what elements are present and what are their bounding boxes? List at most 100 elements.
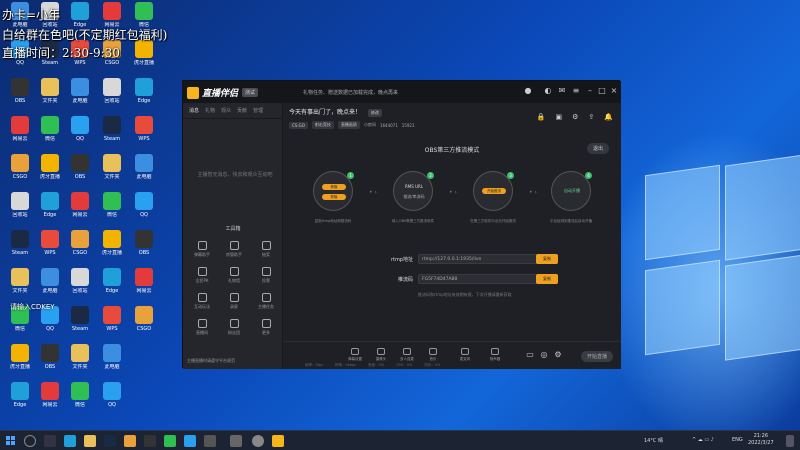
desktop-icon[interactable]: 回收站 xyxy=(64,268,96,308)
desktop-icon[interactable]: 文件夹 xyxy=(96,154,128,194)
tool-item[interactable]: 直播间 xyxy=(187,319,217,339)
system-clock[interactable]: 21:26 2022/3/27 xyxy=(748,433,774,447)
desktop-icon[interactable]: Steam xyxy=(64,306,96,346)
desktop-icon[interactable]: 网易云 xyxy=(34,382,66,422)
minimize-icon[interactable]: – xyxy=(585,86,595,96)
exit-button[interactable]: 退出 xyxy=(586,143,609,154)
mail-icon[interactable]: ✉ xyxy=(557,86,567,96)
desktop-icon[interactable]: 此电脑 xyxy=(96,344,128,384)
settings-icon[interactable]: ⚙ xyxy=(572,113,578,121)
start-live-button[interactable]: 开始直播 xyxy=(580,351,613,362)
desktop-icon[interactable]: QQ xyxy=(64,116,96,156)
desktop-icon[interactable]: 文件夹 xyxy=(34,78,66,118)
windows-start-icon[interactable] xyxy=(6,436,16,446)
tab-gifts[interactable]: 礼物 xyxy=(205,107,215,114)
tab-admin[interactable]: 管理 xyxy=(253,107,263,114)
tool-item[interactable]: 全民PK xyxy=(187,267,217,287)
desktop-icon[interactable]: CSGO xyxy=(64,230,96,270)
tab-contribution[interactable]: 贡献 xyxy=(237,107,247,114)
app-taskbar-icon[interactable] xyxy=(144,435,156,447)
edit-title-button[interactable]: 修改 xyxy=(367,109,382,117)
tab-viewers[interactable]: 观众 xyxy=(221,107,231,114)
desktop-icon[interactable]: Edge xyxy=(34,192,66,232)
desktop-icon[interactable]: QQ xyxy=(128,192,160,232)
get-rtmp-button[interactable]: 获取 xyxy=(322,184,346,190)
desktop-icon[interactable]: 虎牙直播 xyxy=(96,230,128,270)
share-icon[interactable]: ⇪ xyxy=(588,113,594,121)
bell-icon[interactable]: 🔔 xyxy=(604,113,613,121)
screen-icon[interactable]: ▣ xyxy=(556,113,563,121)
desktop-icon[interactable]: 微信 xyxy=(96,192,128,232)
record-icon[interactable]: ▭ xyxy=(525,350,535,360)
desktop-icon[interactable]: 微信 xyxy=(64,382,96,422)
desktop-icon[interactable]: 虎牙直播 xyxy=(128,40,160,80)
tool-item[interactable]: 主播任务 xyxy=(251,293,281,313)
desktop-icon[interactable]: 虎牙直播 xyxy=(34,154,66,194)
desktop-icon[interactable]: 微信 xyxy=(4,306,36,346)
lock-icon[interactable]: 🔒 xyxy=(537,113,546,121)
desktop-icon[interactable]: 虎牙直播 xyxy=(4,344,36,384)
qq-taskbar-icon[interactable] xyxy=(184,435,196,447)
desktop-icon[interactable]: 网易云 xyxy=(64,192,96,232)
category-pill[interactable]: CS:GO xyxy=(289,121,308,129)
tray-icons[interactable]: ^ ☁ ▭ ♪ xyxy=(692,437,714,443)
clock-app-taskbar-icon[interactable] xyxy=(252,435,264,447)
media-taskbar-icon[interactable] xyxy=(204,435,216,447)
tool-item[interactable]: 互动玩法 xyxy=(187,293,217,313)
close-icon[interactable]: × xyxy=(609,86,619,96)
desktop-icon[interactable]: Steam xyxy=(4,230,36,270)
desktop-icon[interactable]: 文件夹 xyxy=(64,344,96,384)
skin-icon[interactable]: ◐ xyxy=(543,86,553,96)
desktop-icon[interactable]: CSGO xyxy=(128,306,160,346)
desktop-icon[interactable]: Edge xyxy=(4,382,36,422)
task-view-icon[interactable] xyxy=(44,435,56,447)
desktop-icon[interactable]: OBS xyxy=(34,344,66,384)
desktop-icon[interactable]: 网易云 xyxy=(128,268,160,308)
get-key-button[interactable]: 获取 xyxy=(322,194,346,200)
desktop-icon[interactable]: Edge xyxy=(96,268,128,308)
desktop-icon[interactable]: CSGO xyxy=(4,154,36,194)
multi-link-button[interactable]: 多人连麦 xyxy=(395,348,419,362)
clip-icon[interactable]: ◎ xyxy=(539,350,549,360)
menu-icon[interactable]: ≡ xyxy=(571,86,581,96)
music-button[interactable]: 音乐 xyxy=(421,348,445,362)
speaker-button[interactable]: 扬声器 xyxy=(483,348,507,362)
microphone-button[interactable]: 麦克风 xyxy=(453,348,477,362)
desktop-icon[interactable]: 此电脑 xyxy=(64,78,96,118)
tool-item[interactable]: 录屏 xyxy=(219,293,249,313)
notification-icon[interactable] xyxy=(786,435,794,447)
copy-rtmp-button[interactable]: 复制 xyxy=(536,254,558,264)
desktop-icon[interactable]: 网易云 xyxy=(4,116,36,156)
wechat-taskbar-icon[interactable] xyxy=(164,435,176,447)
weather-tray[interactable]: 14°C 晴 xyxy=(644,437,663,444)
desktop-icon[interactable]: 回收站 xyxy=(4,192,36,232)
obs-taskbar-icon[interactable] xyxy=(230,435,242,447)
copy-key-button[interactable]: 复制 xyxy=(536,274,558,284)
tool-item[interactable]: 弹幕助手 xyxy=(187,241,217,261)
tool-item[interactable]: 更多 xyxy=(251,319,281,339)
desktop-icon[interactable]: QQ xyxy=(34,306,66,346)
steam-taskbar-icon[interactable] xyxy=(104,435,116,447)
desktop-icon[interactable]: 此电脑 xyxy=(128,154,160,194)
danmaku-settings-button[interactable]: 弹幕设置 xyxy=(343,348,367,362)
game-taskbar-icon[interactable] xyxy=(124,435,136,447)
search-icon[interactable] xyxy=(24,435,36,447)
maximize-icon[interactable]: □ xyxy=(597,86,607,96)
language-indicator[interactable]: ENG xyxy=(732,437,743,443)
gear-icon[interactable]: ⚙ xyxy=(553,350,563,360)
camera-button[interactable]: 摄像头 xyxy=(369,348,393,362)
tag-pill-1[interactable]: 射击竞技 xyxy=(311,121,334,129)
avatar-icon[interactable]: ● xyxy=(523,86,533,96)
explorer-taskbar-icon[interactable] xyxy=(84,435,96,447)
tool-item[interactable]: 投票 xyxy=(251,267,281,287)
desktop-icon[interactable]: WPS xyxy=(34,230,66,270)
desktop-icon[interactable]: Steam xyxy=(96,116,128,156)
tool-item[interactable]: 粉丝团 xyxy=(219,319,249,339)
desktop-icon[interactable]: WPS xyxy=(128,116,160,156)
desktop-icon[interactable]: 微信 xyxy=(34,116,66,156)
edge-taskbar-icon[interactable] xyxy=(64,435,76,447)
tool-item[interactable]: 礼物墙 xyxy=(219,267,249,287)
desktop-icon[interactable]: OBS xyxy=(64,154,96,194)
desktop-icon[interactable]: OBS xyxy=(128,230,160,270)
desktop-icon[interactable]: 回收站 xyxy=(96,78,128,118)
